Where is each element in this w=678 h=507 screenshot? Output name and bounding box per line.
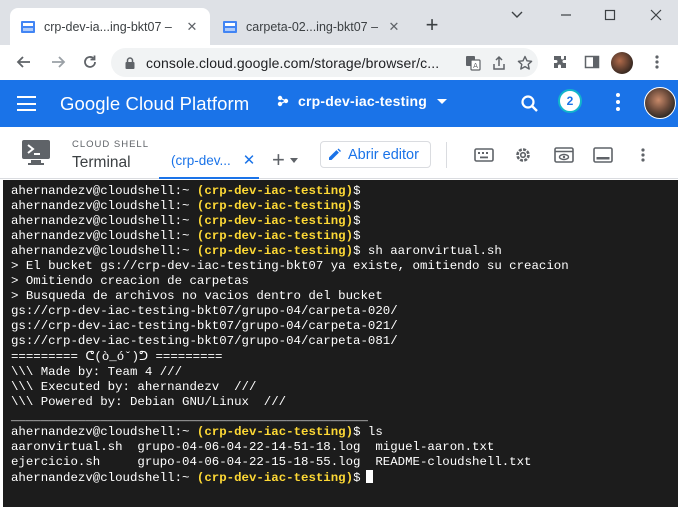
plus-icon: + xyxy=(272,147,285,172)
terminal-prompt-line: ahernandezv@cloudshell:~ (crp-dev-iac-te… xyxy=(11,184,361,198)
tab-close-icon[interactable]: ✕ xyxy=(184,19,200,35)
url-text: console.cloud.google.com/storage/browser… xyxy=(146,54,440,71)
prompt-user: ahernandezv@cloudshell:~ xyxy=(11,184,190,198)
prompt-user: ahernandezv@cloudshell:~ xyxy=(11,214,190,229)
pencil-icon xyxy=(329,148,341,160)
more-vert-icon[interactable] xyxy=(643,48,671,76)
project-name: crp-dev-iac-testing xyxy=(298,93,428,109)
more-vert-icon[interactable] xyxy=(631,143,655,167)
prompt-project: (crp-dev-iac-testing) xyxy=(196,184,354,198)
terminal-session-tab[interactable]: (crp-dev... ✕ xyxy=(159,144,259,179)
terminal-output-line: ========= ᕦ(ò_óˇ)ᕤ ========= xyxy=(11,349,223,364)
prompt-command: ls xyxy=(360,424,383,439)
terminal-output-line: \\\ Made by: Team 4 /// xyxy=(11,364,183,379)
tab-title: carpeta-02...ing-bkt07 – I xyxy=(246,19,378,34)
terminal-output-line: gs://crp-dev-iac-testing-bkt07/grupo-04/… xyxy=(11,304,398,319)
cloud-shell-label: CLOUD SHELL xyxy=(72,139,149,150)
terminal-prompt-line: ahernandezv@cloudshell:~ (crp-dev-iac-te… xyxy=(11,199,361,214)
close-icon[interactable]: ✕ xyxy=(243,153,256,168)
gear-icon[interactable] xyxy=(511,143,535,167)
close-icon[interactable] xyxy=(642,4,670,26)
new-tab-button[interactable]: + xyxy=(420,14,444,38)
prompt-user: ahernandezv@cloudshell:~ xyxy=(11,199,190,214)
terminal-output-line: > Omitiendo creacion de carpetas xyxy=(11,274,249,289)
browser-toolbar: console.cloud.google.com/storage/browser… xyxy=(0,45,678,79)
side-panel-icon[interactable] xyxy=(578,48,606,76)
toolbar-divider xyxy=(446,142,447,168)
terminal-tab-label: (crp-dev... xyxy=(171,153,231,168)
terminal-cursor xyxy=(365,469,373,483)
terminal-output[interactable]: ahernandezv@cloudshell:~ (crp-dev-iac-te… xyxy=(3,180,678,507)
browser-tab-active[interactable]: crp-dev-ia...ing-bkt07 – D ✕ xyxy=(10,8,210,45)
extensions-icon[interactable] xyxy=(546,48,574,76)
svg-text:A: A xyxy=(473,62,478,70)
lock-icon xyxy=(125,56,135,69)
chevron-down-icon[interactable] xyxy=(503,4,531,26)
prompt-project: (crp-dev-iac-testing) xyxy=(196,199,354,214)
prompt-command: sh aaronvirtual.sh xyxy=(360,244,502,259)
terminal-prompt-line: ahernandezv@cloudshell:~ (crp-dev-iac-te… xyxy=(11,229,361,244)
terminal-output-line: ejercicio.sh grupo-04-06-04-22-15-18-55.… xyxy=(11,454,532,469)
cloud-storage-favicon-icon xyxy=(223,20,237,33)
more-vert-icon[interactable] xyxy=(612,92,624,112)
terminal-output-line: \\\ Powered by: Debian GNU/Linux /// xyxy=(11,394,287,409)
terminal-output-line: \\\ Executed by: ahernandezv /// xyxy=(11,379,257,394)
terminal-prompt-line: ahernandezv@cloudshell:~ (crp-dev-iac-te… xyxy=(11,469,678,485)
translate-icon[interactable]: A xyxy=(460,50,486,76)
project-hexagon-icon xyxy=(277,95,289,107)
project-selector[interactable]: crp-dev-iac-testing xyxy=(276,93,448,109)
terminal-output-line: aaronvirtual.sh grupo-04-06-04-22-14-51-… xyxy=(11,439,495,454)
chevron-down-icon xyxy=(289,157,298,163)
terminal-output-line: > El bucket gs://crp-dev-iac-testing-bkt… xyxy=(11,259,569,274)
prompt-project: (crp-dev-iac-testing) xyxy=(196,470,354,485)
forward-icon[interactable] xyxy=(44,48,72,76)
browser-tab-strip: crp-dev-ia...ing-bkt07 – D ✕ carpeta-02.… xyxy=(0,0,678,45)
minimize-icon[interactable] xyxy=(552,4,580,26)
minimize-panel-icon[interactable] xyxy=(591,143,615,167)
maximize-icon[interactable] xyxy=(596,4,624,26)
terminal-output-line: ________________________________________… xyxy=(11,409,368,424)
prompt-user: ahernandezv@cloudshell:~ xyxy=(11,424,190,439)
cloud-storage-favicon-icon xyxy=(21,20,35,33)
terminal-prompt-line: ahernandezv@cloudshell:~ (crp-dev-iac-te… xyxy=(11,244,502,259)
prompt-user: ahernandezv@cloudshell:~ xyxy=(11,470,190,485)
bookmark-star-icon[interactable] xyxy=(512,50,538,76)
browser-tab-inactive[interactable]: carpeta-02...ing-bkt07 – I ✕ xyxy=(212,8,412,45)
address-bar[interactable]: console.cloud.google.com/storage/browser… xyxy=(111,48,538,77)
prompt-project: (crp-dev-iac-testing) xyxy=(196,214,354,229)
hamburger-menu-icon[interactable] xyxy=(17,96,36,111)
prompt-user: ahernandezv@cloudshell:~ xyxy=(11,244,190,259)
prompt-project: (crp-dev-iac-testing) xyxy=(196,424,354,439)
notification-badge[interactable]: 2 xyxy=(558,89,582,113)
open-editor-button[interactable]: Abrir editor xyxy=(320,141,431,168)
avatar[interactable] xyxy=(644,87,676,119)
back-icon[interactable] xyxy=(10,48,38,76)
terminal-label: Terminal xyxy=(72,154,131,171)
prompt-project: (crp-dev-iac-testing) xyxy=(196,229,354,244)
tab-title: crp-dev-ia...ing-bkt07 – D xyxy=(44,19,176,34)
terminal-prompt-line: ahernandezv@cloudshell:~ (crp-dev-iac-te… xyxy=(11,424,383,439)
terminal-output-line: > Busqueda de archivos no vacios dentro … xyxy=(11,289,383,304)
browser-profile-avatar[interactable] xyxy=(611,52,633,74)
search-icon[interactable] xyxy=(520,94,540,114)
keyboard-icon[interactable] xyxy=(472,143,496,167)
reload-icon[interactable] xyxy=(76,48,104,76)
open-editor-label: Abrir editor xyxy=(348,146,419,163)
web-preview-icon[interactable] xyxy=(552,143,576,167)
terminal-monitor-icon xyxy=(22,140,50,165)
tab-close-icon[interactable]: ✕ xyxy=(386,19,402,35)
gcp-title[interactable]: Google Cloud Platform xyxy=(60,93,249,115)
prompt-user: ahernandezv@cloudshell:~ xyxy=(11,229,190,244)
prompt-project: (crp-dev-iac-testing) xyxy=(196,244,354,259)
chevron-down-icon xyxy=(437,98,448,104)
add-terminal-tab-button[interactable]: + xyxy=(272,147,298,172)
share-icon[interactable] xyxy=(486,50,512,76)
terminal-output-line: gs://crp-dev-iac-testing-bkt07/grupo-04/… xyxy=(11,319,398,334)
terminal-output-line: gs://crp-dev-iac-testing-bkt07/grupo-04/… xyxy=(11,334,398,349)
terminal-prompt-line: ahernandezv@cloudshell:~ (crp-dev-iac-te… xyxy=(11,214,361,229)
